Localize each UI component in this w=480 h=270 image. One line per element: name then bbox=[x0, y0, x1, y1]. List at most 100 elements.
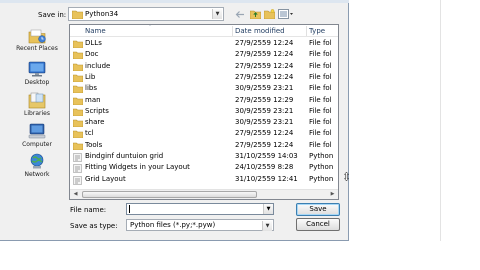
file-date: 30/9/2559 23:21 bbox=[235, 118, 294, 127]
file-type: File fol bbox=[309, 95, 332, 104]
file-name: DLLs bbox=[85, 39, 102, 47]
desktop-icon bbox=[28, 61, 46, 77]
file-name: libs bbox=[85, 84, 97, 93]
save-in-label: Save in: bbox=[38, 11, 67, 19]
file-name: include bbox=[85, 61, 111, 70]
file-name: Doc bbox=[85, 50, 99, 59]
place-label: Computer bbox=[22, 141, 52, 148]
chevron-down-icon[interactable]: ▼ bbox=[263, 204, 273, 214]
file-type: Python bbox=[309, 152, 334, 160]
save-as-type-value: Python files (*.py;*.pyw) bbox=[130, 221, 216, 229]
mouse-cursor-icon bbox=[344, 172, 349, 181]
file-row[interactable]: Grid Layout 31/10/2559 12:41 Python bbox=[70, 174, 338, 187]
file-type: Python bbox=[309, 163, 334, 172]
chevron-down-icon[interactable]: ▼ bbox=[262, 221, 272, 231]
file-date: 24/10/2559 8:28 bbox=[235, 163, 294, 172]
file-row[interactable]: libs 30/9/2559 23:21 File fol bbox=[70, 83, 338, 94]
file-name: tcl bbox=[85, 129, 94, 138]
save-as-type-label: Save as type: bbox=[70, 222, 118, 230]
new-folder-icon[interactable] bbox=[263, 8, 275, 20]
file-row[interactable]: Lib 27/9/2559 12:24 File fol bbox=[70, 72, 338, 83]
file-type: Python bbox=[309, 174, 334, 183]
save-in-combobox[interactable]: Python34 ▼ bbox=[68, 7, 224, 21]
file-row[interactable]: share 30/9/2559 23:21 File fol bbox=[70, 117, 338, 128]
place-label: Recent Places bbox=[16, 45, 58, 52]
file-row[interactable]: man 27/9/2559 12:29 File fol bbox=[70, 95, 338, 106]
libraries-icon bbox=[28, 92, 46, 109]
file-date: 27/9/2559 12:24 bbox=[235, 39, 294, 47]
file-list[interactable]: Name ⌃ Date modified Type DLLs 27/9/2559 … bbox=[69, 24, 339, 200]
file-name: Grid Layout bbox=[85, 174, 126, 183]
column-date-modified[interactable]: Date modified bbox=[235, 27, 285, 35]
file-name: Scripts bbox=[85, 106, 109, 115]
file-type: File fol bbox=[309, 129, 332, 138]
scroll-left-icon[interactable]: ◀ bbox=[70, 190, 81, 199]
file-name: share bbox=[85, 118, 105, 127]
file-date: 27/9/2559 12:24 bbox=[235, 72, 294, 81]
recent-places-icon bbox=[28, 29, 46, 44]
cancel-button[interactable]: Cancel bbox=[296, 218, 340, 231]
file-row[interactable]: include 27/9/2559 12:24 File fol bbox=[70, 61, 338, 72]
file-name: man bbox=[85, 95, 101, 104]
column-name[interactable]: Name bbox=[85, 27, 106, 35]
computer-icon bbox=[28, 123, 46, 139]
place-network[interactable]: Network bbox=[8, 153, 66, 178]
column-type[interactable]: Type bbox=[309, 27, 325, 35]
place-recent-places[interactable]: Recent Places bbox=[8, 28, 66, 52]
file-row[interactable]: Bindginf duntuion grid 31/10/2559 14:03 Py… bbox=[70, 151, 338, 162]
file-type: File fol bbox=[309, 61, 332, 70]
file-type: File fol bbox=[309, 118, 332, 127]
column-header: Name ⌃ Date modified Type bbox=[70, 24, 338, 37]
folder-icon bbox=[71, 10, 84, 21]
save-in-value: Python34 bbox=[85, 10, 119, 18]
places-bar: Recent Places Desktop Libraries Computer… bbox=[8, 24, 66, 184]
column-divider[interactable] bbox=[232, 26, 233, 36]
file-date: 30/9/2559 23:21 bbox=[235, 106, 294, 115]
file-row[interactable]: Doc 27/9/2559 12:24 File fol bbox=[70, 49, 338, 60]
file-row[interactable]: DLLs 27/9/2559 12:24 File fol bbox=[70, 38, 338, 49]
background-area bbox=[0, 241, 480, 270]
place-label: Desktop bbox=[24, 79, 50, 86]
file-date: 27/9/2559 12:24 bbox=[235, 50, 294, 59]
file-row[interactable]: tcl 27/9/2559 12:24 File fol bbox=[70, 128, 338, 139]
background-window-edge bbox=[440, 0, 441, 270]
file-type: File fol bbox=[309, 39, 332, 47]
file-name-label: File name: bbox=[70, 206, 107, 214]
file-row[interactable]: Scripts 30/9/2559 23:21 File fol bbox=[70, 106, 338, 117]
save-button[interactable]: Save bbox=[296, 203, 340, 216]
file-date: 27/9/2559 12:29 bbox=[235, 95, 294, 104]
file-row[interactable]: Tools 27/9/2559 12:24 File fol bbox=[70, 140, 338, 151]
scroll-right-icon[interactable]: ▶ bbox=[327, 190, 338, 199]
file-name: Tools bbox=[85, 140, 103, 149]
file-date: 31/10/2559 12:41 bbox=[235, 174, 298, 183]
column-divider[interactable] bbox=[306, 26, 307, 36]
file-type: File fol bbox=[309, 106, 332, 115]
file-date: 27/9/2559 12:24 bbox=[235, 61, 294, 70]
horizontal-scrollbar[interactable]: ◀ ▶ bbox=[70, 189, 338, 199]
network-icon bbox=[30, 153, 44, 169]
file-name: Bindginf duntuion grid bbox=[85, 152, 164, 160]
place-label: Libraries bbox=[24, 110, 50, 117]
save-as-type-combobox[interactable]: Python files (*.py;*.pyw) ▼ bbox=[126, 219, 274, 231]
file-type: File fol bbox=[309, 72, 332, 81]
place-label: Network bbox=[24, 171, 50, 178]
chevron-down-icon[interactable]: ▼ bbox=[212, 9, 222, 19]
place-libraries[interactable]: Libraries bbox=[8, 92, 66, 117]
python-file-icon bbox=[73, 175, 82, 187]
file-type: File fol bbox=[309, 84, 332, 93]
up-folder-icon[interactable] bbox=[249, 8, 261, 20]
file-row[interactable]: Fitting Widgets in your Layout 24/10/2559… bbox=[70, 162, 338, 174]
sort-indicator-icon: ⌃ bbox=[148, 24, 153, 30]
dialog-top-edge bbox=[0, 0, 349, 3]
file-date: 31/10/2559 14:03 bbox=[235, 152, 298, 160]
file-date: 30/9/2559 23:21 bbox=[235, 84, 294, 93]
file-date: 27/9/2559 12:24 bbox=[235, 129, 294, 138]
back-arrow-icon[interactable] bbox=[234, 8, 246, 20]
file-name-input[interactable]: ▼ bbox=[126, 203, 274, 215]
place-computer[interactable]: Computer bbox=[8, 123, 66, 148]
text-caret bbox=[129, 205, 130, 213]
file-name: Fitting Widgets in your Layout bbox=[85, 163, 190, 172]
scrollbar-thumb[interactable] bbox=[82, 191, 257, 198]
views-menu-icon[interactable] bbox=[277, 8, 295, 20]
place-desktop[interactable]: Desktop bbox=[8, 61, 66, 86]
